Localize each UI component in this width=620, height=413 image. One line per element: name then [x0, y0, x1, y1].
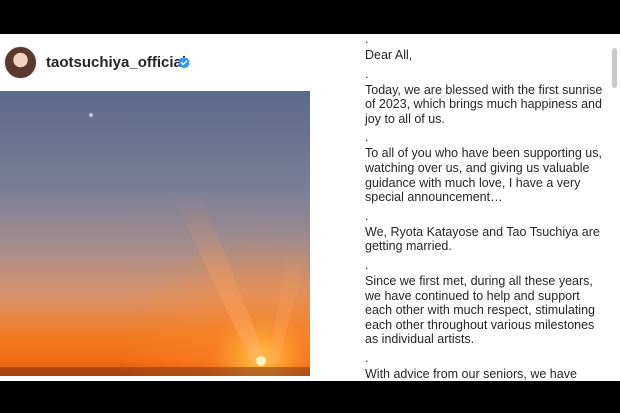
caption-paragraph: Since we first met, during all these yea…: [365, 273, 595, 347]
caption-scrollbar[interactable]: [612, 48, 617, 88]
avatar[interactable]: [4, 46, 37, 79]
caption-dot: .: [365, 257, 369, 272]
post-image-sunrise[interactable]: [0, 91, 310, 376]
caption-dot: .: [365, 130, 369, 145]
caption-greeting: Dear All,: [365, 48, 413, 62]
caption-paragraph: Today, we are blessed with the first sun…: [365, 82, 603, 126]
caption-dot: .: [365, 34, 369, 46]
caption-dot: .: [365, 350, 369, 365]
sunrise-photo: [0, 91, 310, 376]
post-header: taotsuchiya_official: [0, 34, 320, 90]
caption-dot: .: [365, 208, 369, 223]
post-frame: taotsuchiya_official . Dear All, . Today…: [0, 34, 620, 381]
caption-paragraph: With advice from our seniors, we have be…: [365, 366, 577, 381]
caption-paragraph: We, Ryota Katayose and Tao Tsuchiya are …: [365, 224, 600, 254]
caption-dot: .: [365, 66, 369, 81]
verified-badge-icon: [178, 56, 190, 69]
username-link[interactable]: taotsuchiya_official: [46, 54, 186, 71]
post-caption: . Dear All, . Today, we are blessed with…: [365, 34, 605, 381]
caption-paragraph: To all of you who have been supporting u…: [365, 146, 602, 205]
